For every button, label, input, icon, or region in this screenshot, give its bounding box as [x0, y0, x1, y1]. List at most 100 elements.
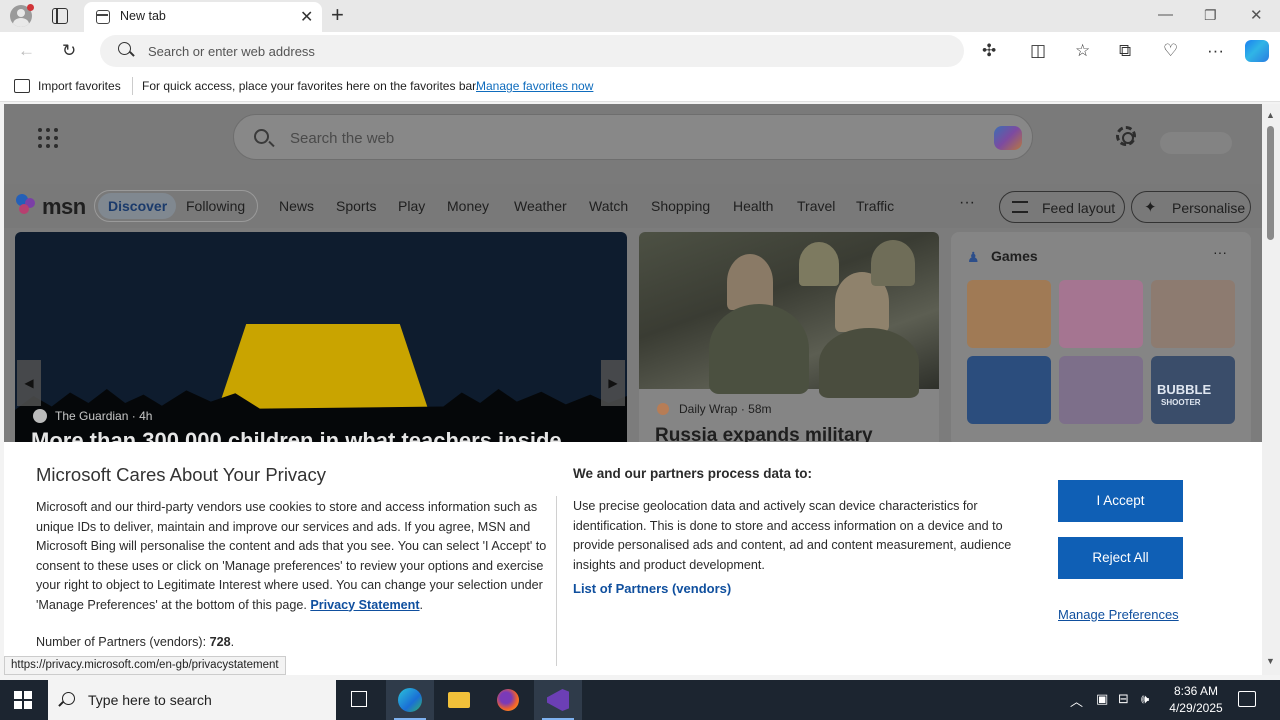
search-icon: [254, 129, 269, 144]
task-view-icon[interactable]: [336, 680, 384, 720]
clock-date[interactable]: 4/29/2025: [1164, 701, 1228, 715]
taskbar-search-placeholder: Type here to search: [88, 692, 212, 708]
nav-item[interactable]: Travel: [797, 198, 835, 214]
notification-center-icon[interactable]: [1238, 691, 1256, 707]
file-explorer-icon[interactable]: [435, 680, 483, 720]
list-of-partners-link[interactable]: List of Partners (vendors): [573, 581, 731, 596]
gear-icon[interactable]: [1116, 126, 1136, 146]
nav-item[interactable]: News: [279, 198, 314, 214]
page-scrollbar[interactable]: ▲ ▼: [1262, 104, 1280, 675]
shooter-label: SHOOTER: [1161, 398, 1201, 407]
nav-item[interactable]: Money: [447, 198, 489, 214]
feed-layout-button[interactable]: Feed layout: [999, 191, 1125, 223]
personalise-button[interactable]: ✦ Personalise: [1131, 191, 1251, 223]
address-bar[interactable]: Search or enter web address: [100, 35, 964, 67]
nav-more-button[interactable]: ···: [959, 194, 975, 212]
privacy-statement-link[interactable]: Privacy Statement: [310, 598, 419, 612]
address-placeholder: Search or enter web address: [148, 44, 315, 59]
msn-nav-bar: msn Discover Following News Sports Play …: [4, 184, 1262, 228]
games-more-button[interactable]: ···: [1213, 244, 1227, 260]
clock-time[interactable]: 8:36 AM: [1172, 684, 1220, 698]
manage-preferences-link[interactable]: Manage Preferences: [1058, 607, 1179, 622]
game-tile[interactable]: [1059, 356, 1143, 424]
scroll-up-icon[interactable]: ▲: [1266, 110, 1275, 120]
nav-item[interactable]: Sports: [336, 198, 376, 214]
consent-body-text: Microsoft and our third-party vendors us…: [36, 500, 547, 612]
feed-layout-label: Feed layout: [1042, 200, 1116, 216]
new-tab-plus-icon[interactable]: +: [331, 2, 344, 28]
scroll-down-icon[interactable]: ▼: [1266, 656, 1275, 666]
navigation-bar: ← ↻ Search or enter web address ✣ ◫ ☆ ⧉ …: [0, 32, 1280, 70]
edge-taskbar-icon[interactable]: [386, 680, 434, 720]
game-tile-bubble-shooter[interactable]: BUBBLE SHOOTER: [1151, 356, 1235, 424]
nav-item[interactable]: Traffic: [856, 198, 894, 214]
back-arrow-icon[interactable]: ←: [18, 41, 35, 61]
partners-count-value: 728: [209, 635, 231, 649]
game-tile[interactable]: [1151, 280, 1235, 348]
device-icon[interactable]: ▣: [1096, 691, 1108, 707]
favorites-star-icon[interactable]: ☆: [1075, 41, 1090, 61]
hero-story-card[interactable]: ◀ ▶ The Guardian · 4h More than 300,000 …: [15, 232, 627, 447]
close-tab-icon[interactable]: ✕: [300, 7, 313, 27]
carousel-prev-icon[interactable]: ◀: [17, 360, 41, 406]
split-screen-icon[interactable]: ◫: [1030, 41, 1046, 61]
visual-studio-icon[interactable]: [534, 680, 582, 720]
carousel-next-icon[interactable]: ▶: [601, 360, 625, 406]
accept-button[interactable]: I Accept: [1058, 480, 1183, 522]
story-card[interactable]: Daily Wrap · 58m Russia expands military: [639, 232, 939, 447]
scroll-thumb[interactable]: [1267, 126, 1274, 240]
tab-title: New tab: [120, 9, 166, 23]
minimize-icon[interactable]: —: [1158, 6, 1173, 23]
consent-divider: [556, 496, 557, 666]
tab-actions-icon[interactable]: [52, 8, 68, 24]
volume-icon[interactable]: 🕪: [1141, 691, 1149, 707]
bubble-label: BUBBLE: [1157, 382, 1212, 397]
settings-more-icon[interactable]: ···: [1207, 41, 1224, 61]
sign-in-button[interactable]: [1160, 132, 1232, 154]
windows-start-icon[interactable]: [14, 691, 32, 709]
close-window-icon[interactable]: ✕: [1250, 6, 1263, 24]
game-tile[interactable]: [967, 356, 1051, 424]
game-tile[interactable]: [967, 280, 1051, 348]
partners-count-label: Number of Partners (vendors):: [36, 635, 210, 649]
games-title: Games: [991, 248, 1038, 264]
msn-logo-text: msn: [42, 194, 86, 219]
manage-favorites-link[interactable]: Manage favorites now: [476, 79, 593, 93]
nav-item[interactable]: Health: [733, 198, 773, 214]
msn-header: Search the web: [4, 104, 1262, 184]
network-icon[interactable]: ⊟: [1118, 691, 1129, 707]
extensions-icon[interactable]: ✣: [982, 41, 996, 61]
copilot-icon[interactable]: [994, 126, 1022, 150]
story-image: [639, 232, 939, 398]
import-favorites-button[interactable]: Import favorites: [38, 79, 121, 93]
hero-source: The Guardian · 4h: [55, 409, 153, 423]
collections-icon[interactable]: ⧉: [1119, 41, 1131, 61]
tab-new-tab[interactable]: New tab ✕: [84, 2, 322, 32]
refresh-icon[interactable]: ↻: [62, 41, 76, 61]
notification-dot: [27, 4, 34, 11]
nav-discover[interactable]: Discover: [108, 198, 167, 214]
web-search-box[interactable]: Search the web: [233, 114, 1033, 160]
reject-all-button[interactable]: Reject All: [1058, 537, 1183, 579]
nav-item[interactable]: Weather: [514, 198, 567, 214]
msn-logo-icon[interactable]: [16, 192, 40, 216]
tab-strip: New tab ✕ + — ❐ ✕: [0, 0, 1280, 32]
search-icon: [118, 42, 131, 55]
nav-item[interactable]: Play: [398, 198, 425, 214]
browser-essentials-icon[interactable]: ♡: [1163, 41, 1178, 61]
favorites-divider: [132, 77, 133, 95]
show-hidden-icons-chevron-icon[interactable]: ︿: [1070, 691, 1083, 710]
nav-item[interactable]: Shopping: [651, 198, 710, 214]
personalise-sparkle-icon: ✦: [1144, 199, 1157, 216]
copilot-icon[interactable]: [1245, 40, 1269, 62]
story-source: Daily Wrap · 58m: [679, 402, 772, 416]
firefox-icon[interactable]: [484, 680, 532, 720]
games-icon: ♟: [967, 249, 980, 265]
taskbar-search[interactable]: Type here to search: [48, 680, 336, 720]
nav-following[interactable]: Following: [186, 198, 245, 214]
apps-grid-icon[interactable]: [38, 128, 58, 148]
game-tile[interactable]: [1059, 280, 1143, 348]
restore-icon[interactable]: ❐: [1204, 7, 1217, 24]
nav-item[interactable]: Watch: [589, 198, 628, 214]
consent-title: Microsoft Cares About Your Privacy: [36, 464, 326, 485]
